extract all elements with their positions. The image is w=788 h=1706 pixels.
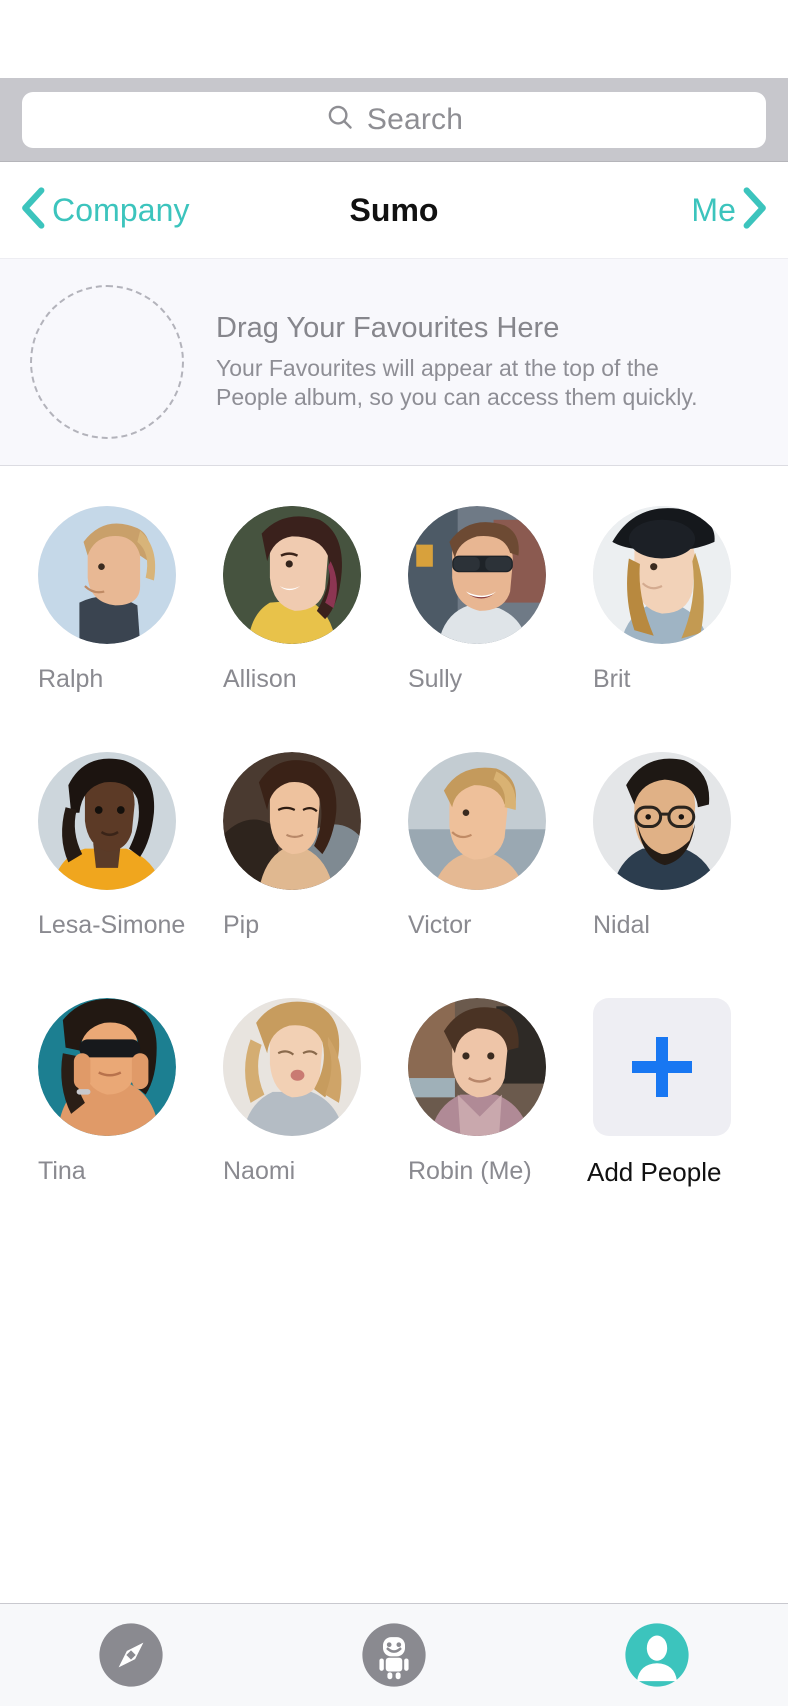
robot-icon: [361, 1622, 427, 1688]
search-bar-container: Search: [0, 78, 788, 162]
person-cell[interactable]: Naomi: [209, 998, 394, 1188]
favourites-banner-description-line2: People album, so you can access them qui…: [216, 384, 698, 410]
favourites-banner-description-line1: Your Favourites will appear at the top o…: [216, 354, 659, 381]
person-name: Nidal: [593, 911, 650, 939]
forward-button-me[interactable]: Me: [691, 186, 768, 235]
person-name: Brit: [593, 665, 631, 693]
people-grid: Ralph Allison Sully Brit Lesa-Simone Pip…: [0, 466, 788, 1188]
tab-discover[interactable]: [0, 1622, 263, 1688]
chevron-left-icon: [20, 186, 48, 235]
person-cell[interactable]: Tina: [24, 998, 209, 1188]
person-cell[interactable]: Brit: [579, 506, 764, 694]
compass-icon: [98, 1622, 164, 1688]
person-cell[interactable]: Lesa-Simone: [24, 752, 209, 940]
navigation-bar: Company Sumo Me: [0, 162, 788, 258]
chevron-right-icon: [740, 186, 768, 235]
status-bar-spacer: [0, 0, 788, 78]
search-placeholder-text: Search: [366, 102, 464, 136]
avatar[interactable]: [408, 752, 546, 890]
person-cell[interactable]: Pip: [209, 752, 394, 940]
tab-profile[interactable]: [525, 1622, 788, 1688]
person-name: Victor: [408, 911, 472, 939]
favourites-banner-title: Drag Your Favourites Here: [216, 311, 560, 344]
person-cell[interactable]: Allison: [209, 506, 394, 694]
avatar[interactable]: [38, 752, 176, 890]
favourites-banner-text: Drag Your Favourites Here Your Favourite…: [216, 312, 698, 413]
person-name: Robin (Me): [408, 1157, 532, 1185]
person-icon: [624, 1622, 690, 1688]
person-name: Lesa-Simone: [38, 911, 186, 939]
person-name: Allison: [223, 665, 297, 693]
avatar[interactable]: [408, 998, 546, 1136]
avatar[interactable]: [223, 998, 361, 1136]
avatar[interactable]: [408, 506, 546, 644]
person-name: Pip: [223, 911, 260, 939]
avatar[interactable]: [38, 998, 176, 1136]
avatar[interactable]: [223, 752, 361, 890]
dashed-circle-placeholder-icon[interactable]: [30, 285, 184, 439]
plus-icon: [632, 1037, 692, 1097]
bottom-tab-bar: [0, 1603, 788, 1706]
person-name: Sully: [408, 665, 463, 693]
add-people-label: Add People: [587, 1157, 722, 1187]
person-cell[interactable]: Victor: [394, 752, 579, 940]
search-icon: [325, 102, 355, 137]
favourites-drop-banner[interactable]: Drag Your Favourites Here Your Favourite…: [0, 258, 788, 466]
tab-bot[interactable]: [263, 1622, 526, 1688]
person-cell[interactable]: Sully: [394, 506, 579, 694]
avatar[interactable]: [38, 506, 176, 644]
search-input[interactable]: Search: [22, 91, 766, 148]
avatar[interactable]: [223, 506, 361, 644]
person-name: Ralph: [38, 665, 104, 693]
add-people-cell[interactable]: Add People: [579, 998, 764, 1188]
person-name: Tina: [38, 1157, 86, 1185]
person-cell[interactable]: Nidal: [579, 752, 764, 940]
add-people-button[interactable]: [593, 998, 731, 1136]
person-name: Naomi: [223, 1157, 296, 1185]
avatar[interactable]: [593, 506, 731, 644]
back-button-label: Company: [52, 191, 190, 228]
forward-button-label: Me: [691, 191, 736, 228]
person-cell[interactable]: Robin (Me): [394, 998, 579, 1188]
back-button-company[interactable]: Company: [20, 186, 190, 235]
person-cell[interactable]: Ralph: [24, 506, 209, 694]
avatar[interactable]: [593, 752, 731, 890]
